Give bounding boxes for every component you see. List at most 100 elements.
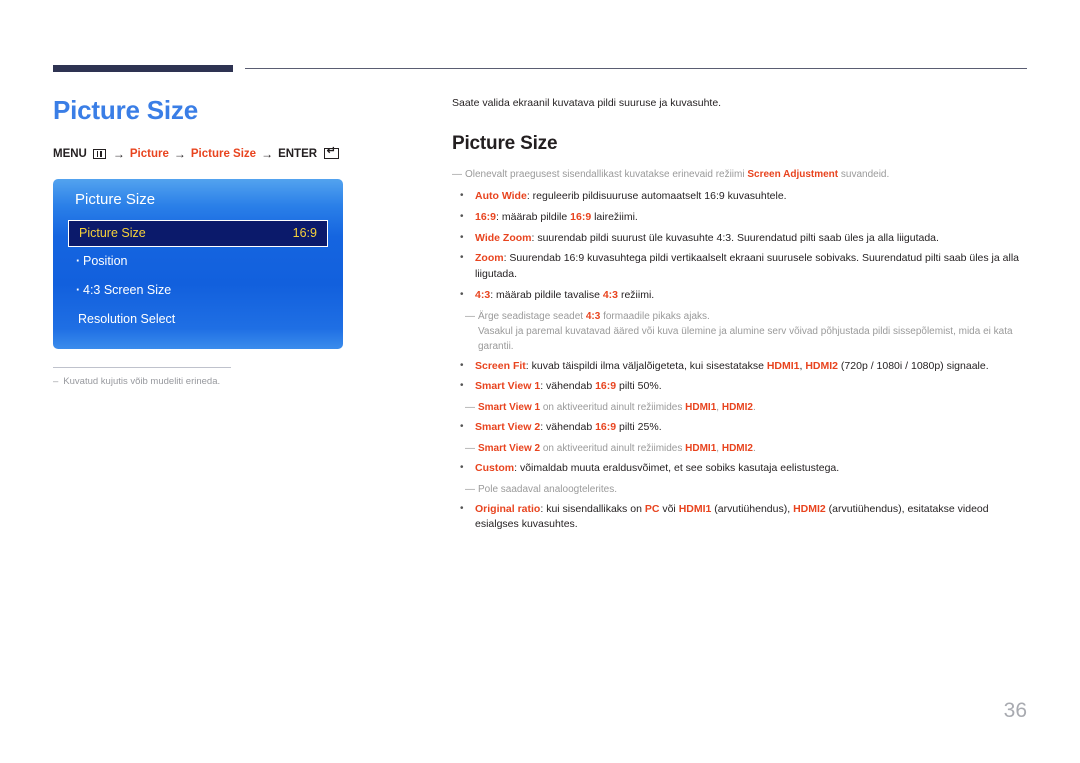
right-column: Saate valida ekraanil kuvatava pildi suu…	[452, 96, 1030, 538]
list-item-original-ratio: Original ratio: kui sisendallikaks on PC…	[452, 501, 1030, 534]
option-mid-1: või	[659, 502, 679, 515]
osd-menu-panel: Picture Size Picture Size 16:9 Position …	[53, 178, 343, 349]
list-item-4-3: 4:3: määrab pildile tavalise 4:3 režiimi…	[452, 287, 1030, 304]
option-hdmi1: HDMI1	[678, 502, 712, 515]
section-heading: Picture Size	[452, 132, 558, 154]
option-hdmi2: HDMI2	[793, 502, 826, 515]
list-item-screen-fit: Screen Fit: kuvab täispildi ilma väljalõ…	[452, 358, 1030, 375]
osd-menu-item-4-3-screen-size[interactable]: 4:3 Screen Size	[68, 276, 328, 305]
note-post: .	[752, 402, 756, 414]
option-description: võimaldab muuta eraldusvõimet, et see so…	[519, 461, 840, 474]
option-term: Smart View 1	[475, 380, 541, 393]
note-4-3-text: Ärge seadistage seadet 4:3 formaadile pi…	[478, 309, 1030, 354]
option-description-bold: 16:9	[570, 210, 592, 223]
option-hdmi2: HDMI2	[805, 359, 839, 372]
top-note: — Olenevalt praegusest sisendallikast ku…	[452, 168, 1030, 183]
option-description-pre: kui sisendallikaks on	[546, 502, 645, 515]
osd-menu-item-picture-size[interactable]: Picture Size 16:9	[68, 219, 328, 247]
list-item-smart-view-1: Smart View 1: vähendab 16:9 pilti 50%.	[452, 378, 1030, 395]
picture-size-option-list-3: Smart View 2: vähendab 16:9 pilti 25%.	[452, 419, 1030, 436]
option-description-post: pilti 25%.	[616, 421, 662, 434]
left-footnote-text: Kuvatud kujutis võib mudeliti erineda.	[63, 375, 221, 387]
menu-path-enter-label: ENTER	[278, 147, 318, 160]
note-smart-view-1: — Smart View 1 on aktiveeritud ainult re…	[452, 400, 1030, 415]
list-item-wide-zoom: Wide Zoom: suurendab pildi suurust üle k…	[452, 230, 1030, 247]
header-thin-rule	[245, 68, 1027, 70]
osd-item-label: Resolution Select	[78, 312, 176, 327]
note-dash: —	[465, 483, 475, 495]
option-pc: PC	[644, 502, 660, 515]
menu-path-arrow-1: →	[112, 146, 125, 161]
list-item-16-9: 16:9: määrab pildile 16:9 lairežiimi.	[452, 209, 1030, 226]
picture-size-option-list-4: Custom: võimaldab muuta eraldusvõimet, e…	[452, 460, 1030, 477]
list-item-custom: Custom: võimaldab muuta eraldusvõimet, e…	[452, 460, 1030, 477]
osd-item-label: Position	[76, 254, 127, 268]
note-line1-post: formaadile pikaks ajaks.	[600, 310, 710, 322]
note-term: Smart View 1	[478, 402, 541, 414]
list-item-auto-wide: Auto Wide: reguleerib pildisuuruse autom…	[452, 188, 1030, 205]
note-line1-bold: 4:3	[585, 310, 601, 322]
option-term: Screen Fit	[475, 359, 526, 372]
option-mid-2: (arvutiühendus),	[711, 502, 794, 515]
option-description-bold: 4:3	[602, 288, 619, 301]
note-custom: — Pole saadaval analoogtelerites.	[452, 482, 1030, 497]
note-mid: on aktiveeritud ainult režiimides	[540, 442, 686, 454]
note-post: .	[752, 442, 756, 454]
note-4-3-burn-in: — Ärge seadistage seadet 4:3 formaadile …	[452, 309, 1030, 354]
left-footnote: – Kuvatud kujutis võib mudeliti erineda.	[53, 376, 413, 389]
option-term: 4:3	[475, 288, 491, 301]
note-dash: —	[465, 310, 475, 322]
osd-menu-item-position[interactable]: Position	[68, 247, 328, 276]
osd-menu-list: Picture Size 16:9 Position 4:3 Screen Si…	[68, 219, 328, 334]
option-description-post: lairežiimi.	[591, 210, 638, 223]
list-item-zoom: Zoom: Suurendab 16:9 kuvasuhtega pildi v…	[452, 250, 1030, 283]
note-hdmi2: HDMI2	[721, 402, 753, 414]
option-description-post: (720p / 1080i / 1080p) signaale.	[838, 359, 989, 372]
option-hdmi1: HDMI1	[766, 359, 800, 372]
note-smart-view-2: — Smart View 2 on aktiveeritud ainult re…	[452, 441, 1030, 456]
option-description: reguleerib pildisuuruse automaatselt 16:…	[532, 190, 787, 203]
option-description-pre: kuvab täispildi ilma väljalõigeteta, kui…	[531, 359, 767, 372]
note-dash: —	[465, 402, 475, 414]
option-description: Suurendab 16:9 kuvasuhtega pildi vertika…	[475, 252, 1019, 281]
option-ratio: 16:9	[595, 380, 617, 393]
option-term: Original ratio	[475, 502, 541, 515]
note-mid: on aktiveeritud ainult režiimides	[540, 402, 686, 414]
note-custom-text: Pole saadaval analoogtelerites.	[478, 483, 617, 495]
note-dash: —	[452, 168, 462, 180]
option-ratio: 16:9	[595, 421, 617, 434]
top-note-bold-term: Screen Adjustment	[747, 168, 839, 180]
note-smart-view-2-text: Smart View 2 on aktiveeritud ainult reži…	[478, 441, 1030, 456]
menu-navigation-path: MENU → Picture → Picture Size → ENTER	[53, 146, 413, 161]
page-number: 36	[1003, 699, 1027, 722]
menu-path-menu-label: MENU	[53, 147, 87, 160]
option-term: Wide Zoom	[475, 231, 532, 244]
menu-path-step-picture-size: Picture Size	[190, 147, 257, 160]
note-hdmi1: HDMI1	[685, 442, 717, 454]
intro-paragraph: Saate valida ekraanil kuvatava pildi suu…	[452, 97, 722, 109]
top-note-prefix: Olenevalt praegusest sisendallikast kuva…	[465, 168, 748, 180]
left-footnote-divider	[53, 366, 231, 368]
osd-item-label: Picture Size	[79, 226, 146, 241]
menu-path-step-picture: Picture	[129, 147, 169, 160]
menu-path-arrow-2: →	[173, 146, 186, 161]
note-smart-view-1-text: Smart View 1 on aktiveeritud ainult reži…	[478, 400, 1030, 415]
picture-size-option-list-5: Original ratio: kui sisendallikaks on PC…	[452, 501, 1030, 534]
option-term: Zoom	[475, 252, 504, 265]
menu-grid-icon	[92, 148, 106, 159]
option-description-pre: vähendab	[546, 380, 596, 393]
note-term: Smart View 2	[478, 442, 541, 454]
option-term: 16:9	[475, 210, 497, 223]
option-description-post: režiimi.	[618, 288, 655, 301]
osd-panel-title: Picture Size	[75, 190, 156, 208]
osd-menu-item-resolution-select[interactable]: Resolution Select	[68, 305, 328, 334]
top-note-suffix: suvandeid.	[838, 168, 890, 180]
option-term: Auto Wide	[475, 190, 527, 203]
option-description-pre: määrab pildile	[501, 210, 571, 223]
page-header-rules	[0, 0, 1080, 80]
top-note-text: Olenevalt praegusest sisendallikast kuva…	[465, 168, 1030, 183]
osd-item-label: 4:3 Screen Size	[76, 283, 171, 297]
note-dash: —	[465, 442, 475, 454]
picture-size-option-list: Auto Wide: reguleerib pildisuuruse autom…	[452, 188, 1030, 304]
header-thick-rule	[53, 65, 233, 72]
